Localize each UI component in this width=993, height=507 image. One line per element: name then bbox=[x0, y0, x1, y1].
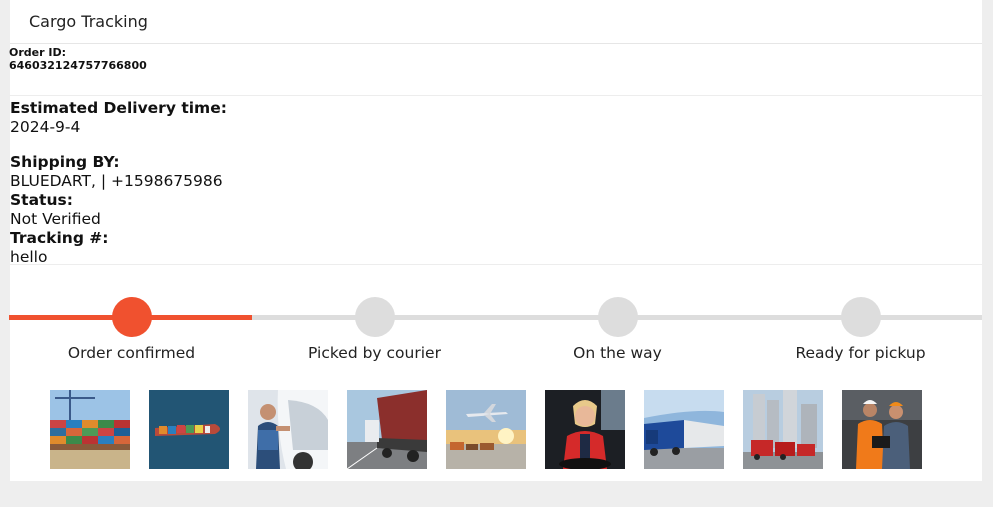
step-ready-for-pickup: Ready for pickup bbox=[739, 297, 982, 362]
page-title: Cargo Tracking bbox=[29, 12, 148, 31]
tracking-progress: Order confirmed Picked by courier On the… bbox=[9, 297, 982, 387]
image-gallery bbox=[50, 390, 922, 469]
order-id-value: 646032124757766800 bbox=[9, 59, 147, 72]
step-label: Ready for pickup bbox=[795, 344, 926, 362]
airplane-cargo-terminal-photo bbox=[446, 390, 526, 469]
red-trucks-silos-photo bbox=[743, 390, 823, 469]
shipment-details: Estimated Delivery time: 2024-9-4 Shippi… bbox=[10, 96, 982, 266]
status-value: Not Verified bbox=[10, 210, 101, 228]
step-label: Order confirmed bbox=[67, 344, 196, 362]
containers-port-photo bbox=[50, 390, 130, 469]
step-order-confirmed: Order confirmed bbox=[10, 297, 253, 362]
blue-trucks-lot-photo bbox=[644, 390, 724, 469]
step-picked-by-courier: Picked by courier bbox=[253, 297, 496, 362]
cargo-ship-aerial-photo bbox=[149, 390, 229, 469]
step-dot bbox=[111, 297, 152, 337]
shipping-value: BLUEDART, | +1598675986 bbox=[10, 172, 223, 190]
step-on-the-way: On the way bbox=[496, 297, 739, 362]
step-label: On the way bbox=[573, 344, 662, 362]
warehouse-workers-photo bbox=[842, 390, 922, 469]
page-header: Cargo Tracking bbox=[10, 0, 982, 44]
female-driver-cab-photo bbox=[545, 390, 625, 469]
eta-label: Estimated Delivery time: bbox=[10, 99, 227, 117]
step-label: Picked by courier bbox=[308, 344, 441, 362]
order-id-section: Order ID: 646032124757766800 bbox=[9, 44, 982, 96]
step-dot bbox=[597, 297, 638, 337]
eta-value: 2024-9-4 bbox=[10, 118, 81, 136]
tracking-label: Tracking #: bbox=[10, 229, 109, 247]
step-dot bbox=[840, 297, 881, 337]
step-dot bbox=[354, 297, 395, 337]
truck-driver-photo bbox=[248, 390, 328, 469]
truck-trailer-road-photo bbox=[347, 390, 427, 469]
shipping-label: Shipping BY: bbox=[10, 153, 120, 171]
status-label: Status: bbox=[10, 191, 73, 209]
order-id-label: Order ID: bbox=[9, 46, 66, 59]
tracking-value: hello bbox=[10, 248, 48, 266]
